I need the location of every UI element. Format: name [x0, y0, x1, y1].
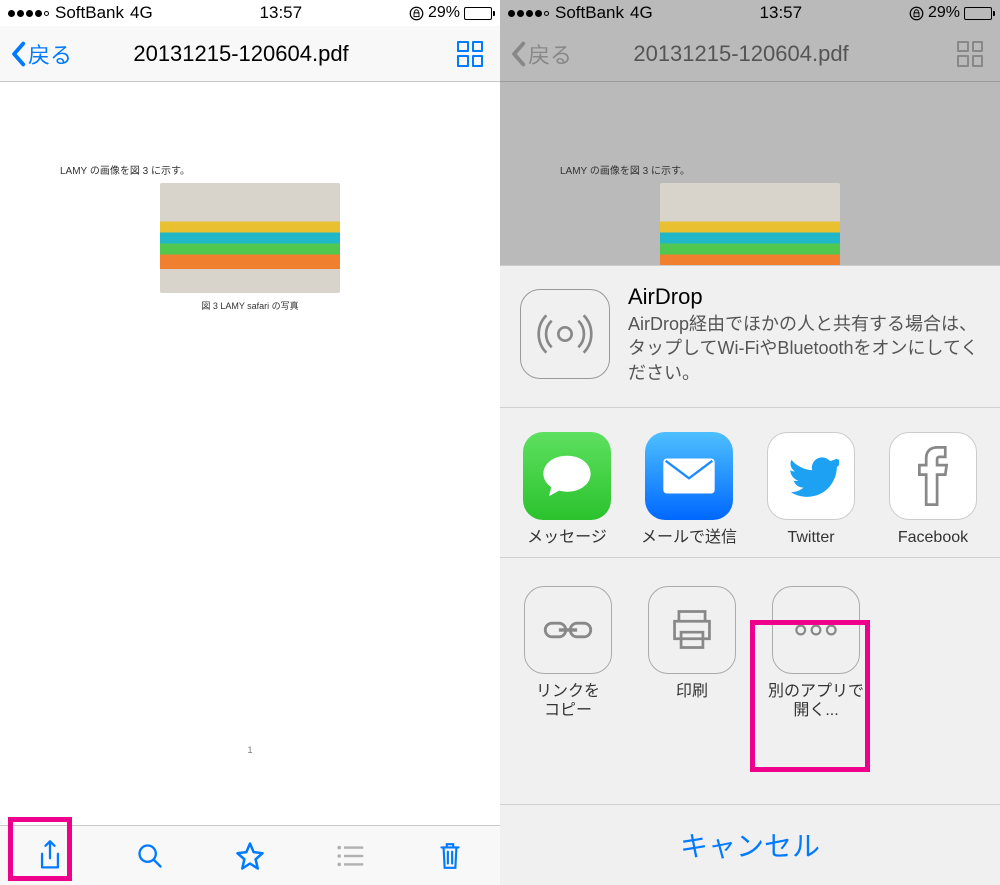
page-title: 20131215-120604.pdf [32, 41, 450, 67]
network-label: 4G [630, 3, 653, 23]
doc-heading: LAMY の画像を図 3 に示す。 [560, 162, 940, 177]
doc-caption: 図 3 LAMY safari の写真 [60, 299, 440, 312]
action-print[interactable]: 印刷 [642, 586, 742, 720]
app-label: メッセージ [527, 528, 607, 547]
battery-pct-label: 29% [428, 4, 460, 22]
signal-dots-icon [508, 10, 549, 17]
document-content[interactable]: LAMY の画像を図 3 に示す。 図 3 LAMY safari の写真 1 [0, 82, 500, 825]
share-button[interactable] [34, 840, 66, 872]
app-label: Twitter [787, 528, 834, 547]
airdrop-row[interactable]: AirDrop AirDrop経由でほかの人と共有する場合は、タップしてWi-F… [500, 266, 1000, 407]
share-app-messages[interactable]: メッセージ [518, 432, 616, 547]
more-icon [772, 586, 860, 674]
airdrop-title: AirDrop [628, 284, 980, 310]
grid-button[interactable] [950, 41, 990, 67]
app-label: Facebook [898, 528, 968, 547]
trash-button[interactable] [434, 840, 466, 872]
carrier-label: SoftBank [555, 3, 624, 23]
share-app-mail[interactable]: メールで送信 [640, 432, 738, 547]
cancel-button[interactable]: キャンセル [500, 804, 1000, 885]
list-button[interactable] [334, 840, 366, 872]
share-app-facebook[interactable]: Facebook [884, 432, 982, 547]
doc-heading: LAMY の画像を図 3 に示す。 [60, 162, 440, 177]
page-number: 1 [247, 745, 252, 755]
action-label: 印刷 [676, 682, 708, 701]
grid-icon [957, 41, 983, 67]
nav-bar: 戻る 20131215-120604.pdf [0, 26, 500, 82]
phone-right: SoftBank 4G 13:57 29% 戻る 20131215-120604… [500, 0, 1000, 885]
status-bar: SoftBank 4G 13:57 29% [500, 0, 1000, 26]
carrier-label: SoftBank [55, 3, 124, 23]
phone-left: SoftBank 4G 13:57 29% 戻る 20131215-120604… [0, 0, 500, 885]
twitter-icon [767, 432, 855, 520]
action-label: リンクを コピー [536, 682, 600, 720]
grid-button[interactable] [450, 41, 490, 67]
action-copy-link[interactable]: リンクを コピー [518, 586, 618, 720]
battery-icon [964, 7, 992, 20]
page-title: 20131215-120604.pdf [532, 41, 950, 67]
link-icon [524, 586, 612, 674]
chevron-left-icon [510, 41, 526, 67]
network-label: 4G [130, 3, 153, 23]
doc-image-pens [160, 183, 340, 293]
favorite-button[interactable] [234, 840, 266, 872]
share-app-row: メッセージ メールで送信 Twitter [500, 407, 1000, 557]
search-button[interactable] [134, 840, 166, 872]
airdrop-icon [520, 289, 610, 379]
airdrop-description: AirDrop経由でほかの人と共有する場合は、タップしてWi-FiやBlueto… [628, 312, 980, 385]
bottom-toolbar [0, 825, 500, 885]
print-icon [648, 586, 736, 674]
share-sheet: AirDrop AirDrop経由でほかの人と共有する場合は、タップしてWi-F… [500, 265, 1000, 885]
nav-bar: 戻る 20131215-120604.pdf [500, 26, 1000, 82]
share-action-row: リンクを コピー 印刷 別のアプリで 開く... [500, 557, 1000, 730]
signal-dots-icon [8, 10, 49, 17]
orientation-lock-icon [909, 6, 924, 21]
share-app-twitter[interactable]: Twitter [762, 432, 860, 547]
chevron-left-icon [10, 41, 26, 67]
messages-icon [523, 432, 611, 520]
battery-pct-label: 29% [928, 4, 960, 22]
grid-icon [457, 41, 483, 67]
battery-icon [464, 7, 492, 20]
action-open-in[interactable]: 別のアプリで 開く... [766, 586, 866, 720]
clock-label: 13:57 [760, 3, 803, 23]
app-label: メールで送信 [641, 528, 737, 547]
status-bar: SoftBank 4G 13:57 29% [0, 0, 500, 26]
mail-icon [645, 432, 733, 520]
action-label: 別のアプリで 開く... [768, 682, 864, 720]
clock-label: 13:57 [260, 3, 303, 23]
orientation-lock-icon [409, 6, 424, 21]
facebook-icon [889, 432, 977, 520]
